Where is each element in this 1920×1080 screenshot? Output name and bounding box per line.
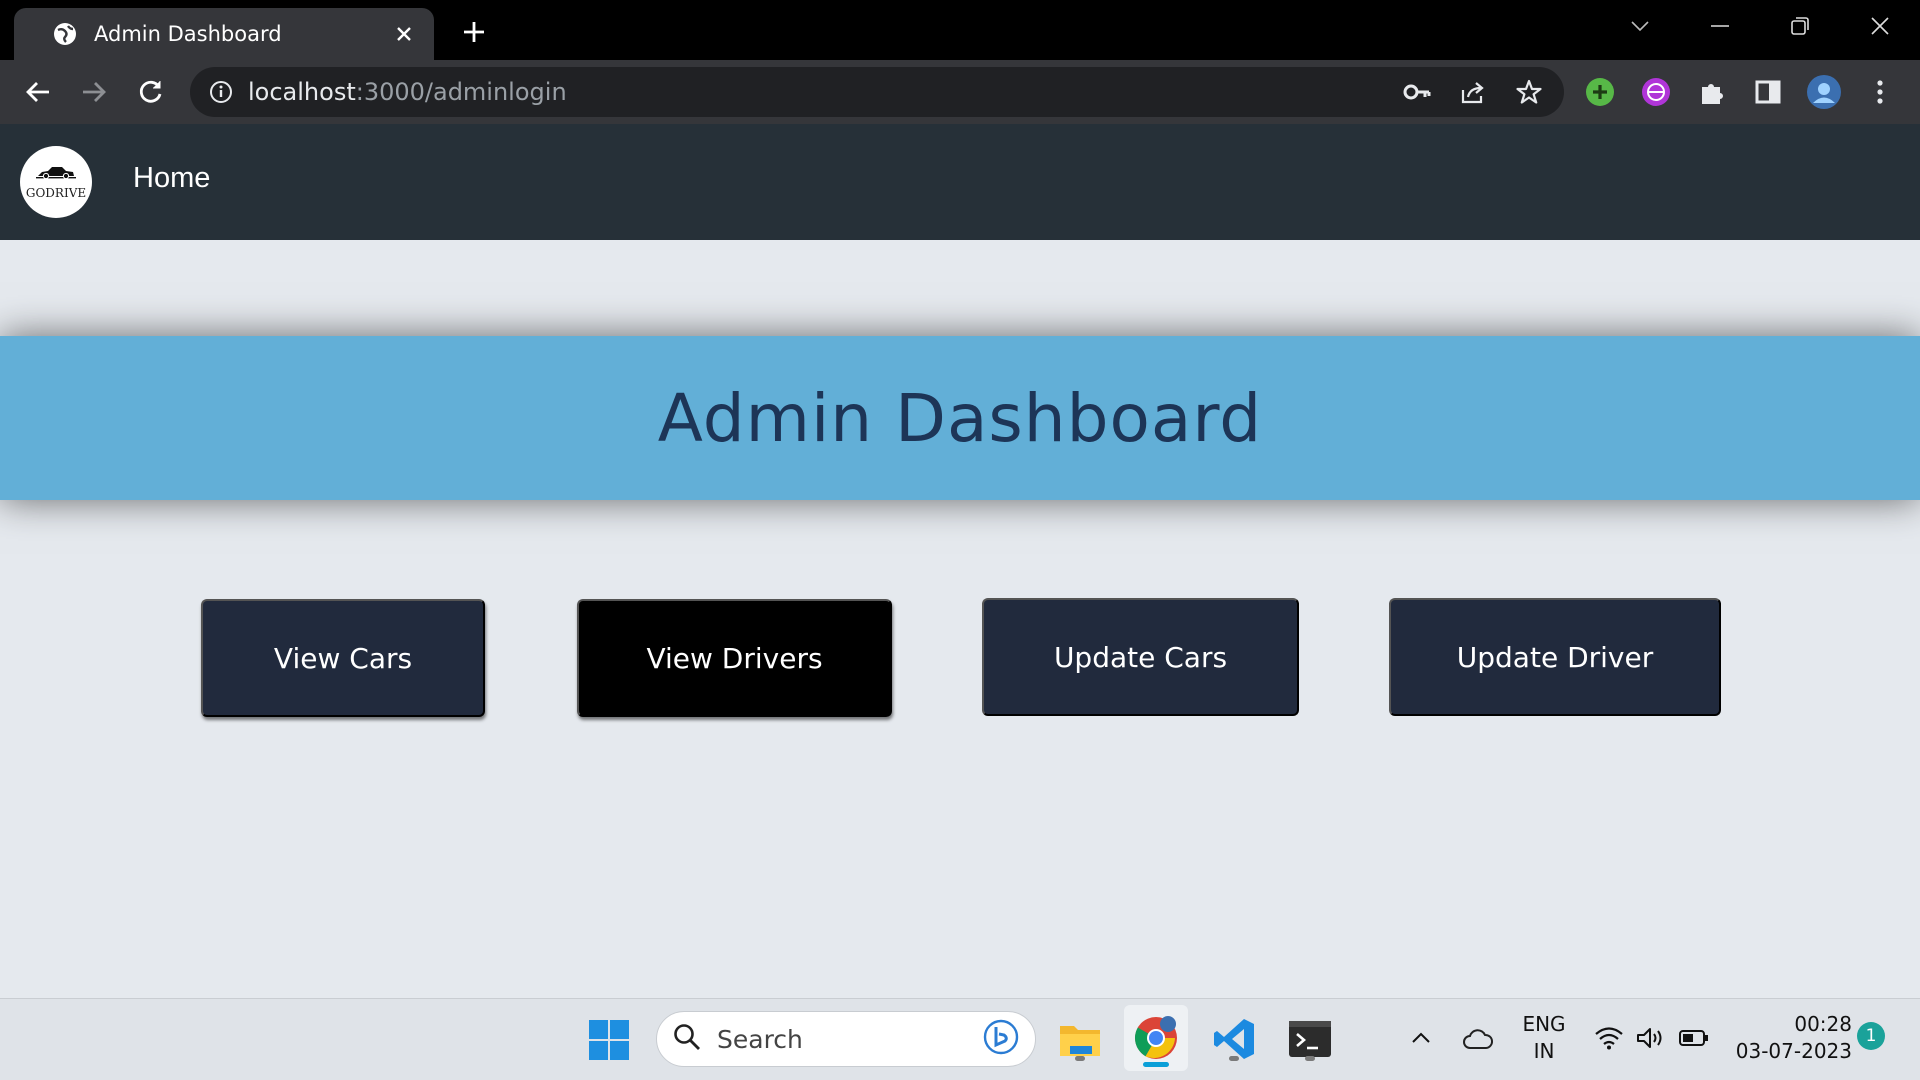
window-close-icon[interactable] xyxy=(1840,0,1920,52)
plus-icon[interactable] xyxy=(456,14,492,50)
windows-taskbar: Search ENG IN 00:28 03-07-2023 1 xyxy=(0,998,1920,1080)
logo-text: GODRIVE xyxy=(25,185,87,200)
dashboard-banner: Admin Dashboard xyxy=(0,336,1920,500)
side-panel-icon[interactable] xyxy=(1750,74,1786,110)
clock-time: 00:28 xyxy=(1794,1012,1852,1036)
nav-home-link[interactable]: Home xyxy=(133,162,210,195)
url-text[interactable]: localhost:3000/adminlogin xyxy=(248,78,567,106)
taskbar-search-box[interactable]: Search xyxy=(656,1011,1036,1067)
window-controls xyxy=(1600,0,1920,52)
clock-date: 03-07-2023 xyxy=(1735,1039,1852,1063)
green-plus-extension-icon[interactable] xyxy=(1582,74,1618,110)
update-driver-button[interactable]: Update Driver xyxy=(1389,598,1721,716)
search-placeholder: Search xyxy=(717,1024,803,1054)
forward-arrow-icon[interactable] xyxy=(76,74,112,110)
terminal-icon[interactable] xyxy=(1284,1013,1336,1065)
browser-toolbar: localhost:3000/adminlogin xyxy=(0,60,1920,124)
profile-avatar-icon[interactable] xyxy=(1806,74,1842,110)
notification-badge[interactable]: 1 xyxy=(1857,1022,1885,1050)
site-logo[interactable]: GODRIVE xyxy=(20,146,92,218)
purple-extension-icon[interactable] xyxy=(1638,74,1674,110)
close-icon[interactable] xyxy=(390,20,418,48)
car-logo-icon xyxy=(36,165,76,184)
search-icon xyxy=(673,1023,701,1055)
chevron-down-icon[interactable] xyxy=(1600,0,1680,52)
reload-icon[interactable] xyxy=(133,74,169,110)
site-navbar: GODRIVE Home xyxy=(0,124,1920,240)
view-cars-button[interactable]: View Cars xyxy=(201,599,485,717)
info-icon[interactable] xyxy=(208,79,234,105)
star-icon[interactable] xyxy=(1512,76,1546,108)
address-bar[interactable]: localhost:3000/adminlogin xyxy=(190,67,1564,117)
language-indicator[interactable]: ENG IN xyxy=(1512,1011,1576,1065)
clock[interactable]: 00:28 03-07-2023 xyxy=(1728,1011,1852,1065)
tab-title: Admin Dashboard xyxy=(94,22,282,46)
chrome-icon[interactable] xyxy=(1124,1005,1188,1071)
vscode-icon[interactable] xyxy=(1208,1013,1260,1065)
cloud-icon[interactable] xyxy=(1460,1021,1496,1057)
browser-tabstrip: Admin Dashboard xyxy=(0,0,1920,60)
restore-icon[interactable] xyxy=(1760,0,1840,52)
file-explorer-icon[interactable] xyxy=(1054,1013,1106,1065)
kebab-menu-icon[interactable] xyxy=(1862,74,1898,110)
battery-icon[interactable] xyxy=(1676,1023,1712,1053)
app-indicator xyxy=(1229,1056,1239,1061)
globe-favicon-icon xyxy=(52,21,78,47)
wifi-icon[interactable] xyxy=(1592,1023,1626,1053)
share-icon[interactable] xyxy=(1456,76,1490,108)
update-cars-button[interactable]: Update Cars xyxy=(982,598,1299,716)
app-indicator xyxy=(1305,1056,1315,1061)
volume-icon[interactable] xyxy=(1634,1023,1668,1053)
minimize-icon[interactable] xyxy=(1680,0,1760,52)
app-indicator-active xyxy=(1143,1062,1169,1067)
back-arrow-icon[interactable] xyxy=(20,74,56,110)
app-indicator xyxy=(1075,1056,1085,1061)
language-line1: ENG xyxy=(1522,1012,1566,1036)
key-icon[interactable] xyxy=(1400,76,1434,108)
chevron-up-icon[interactable] xyxy=(1406,1023,1436,1053)
url-host: localhost xyxy=(248,78,356,106)
windows-start-icon[interactable] xyxy=(586,1017,632,1063)
url-path: :3000/adminlogin xyxy=(355,78,567,106)
puzzle-icon[interactable] xyxy=(1694,74,1730,110)
browser-tab[interactable]: Admin Dashboard xyxy=(14,8,434,60)
view-drivers-button[interactable]: View Drivers xyxy=(577,599,892,717)
language-line2: IN xyxy=(1533,1039,1555,1063)
page-title: Admin Dashboard xyxy=(657,379,1263,457)
bing-icon[interactable] xyxy=(983,1019,1019,1059)
